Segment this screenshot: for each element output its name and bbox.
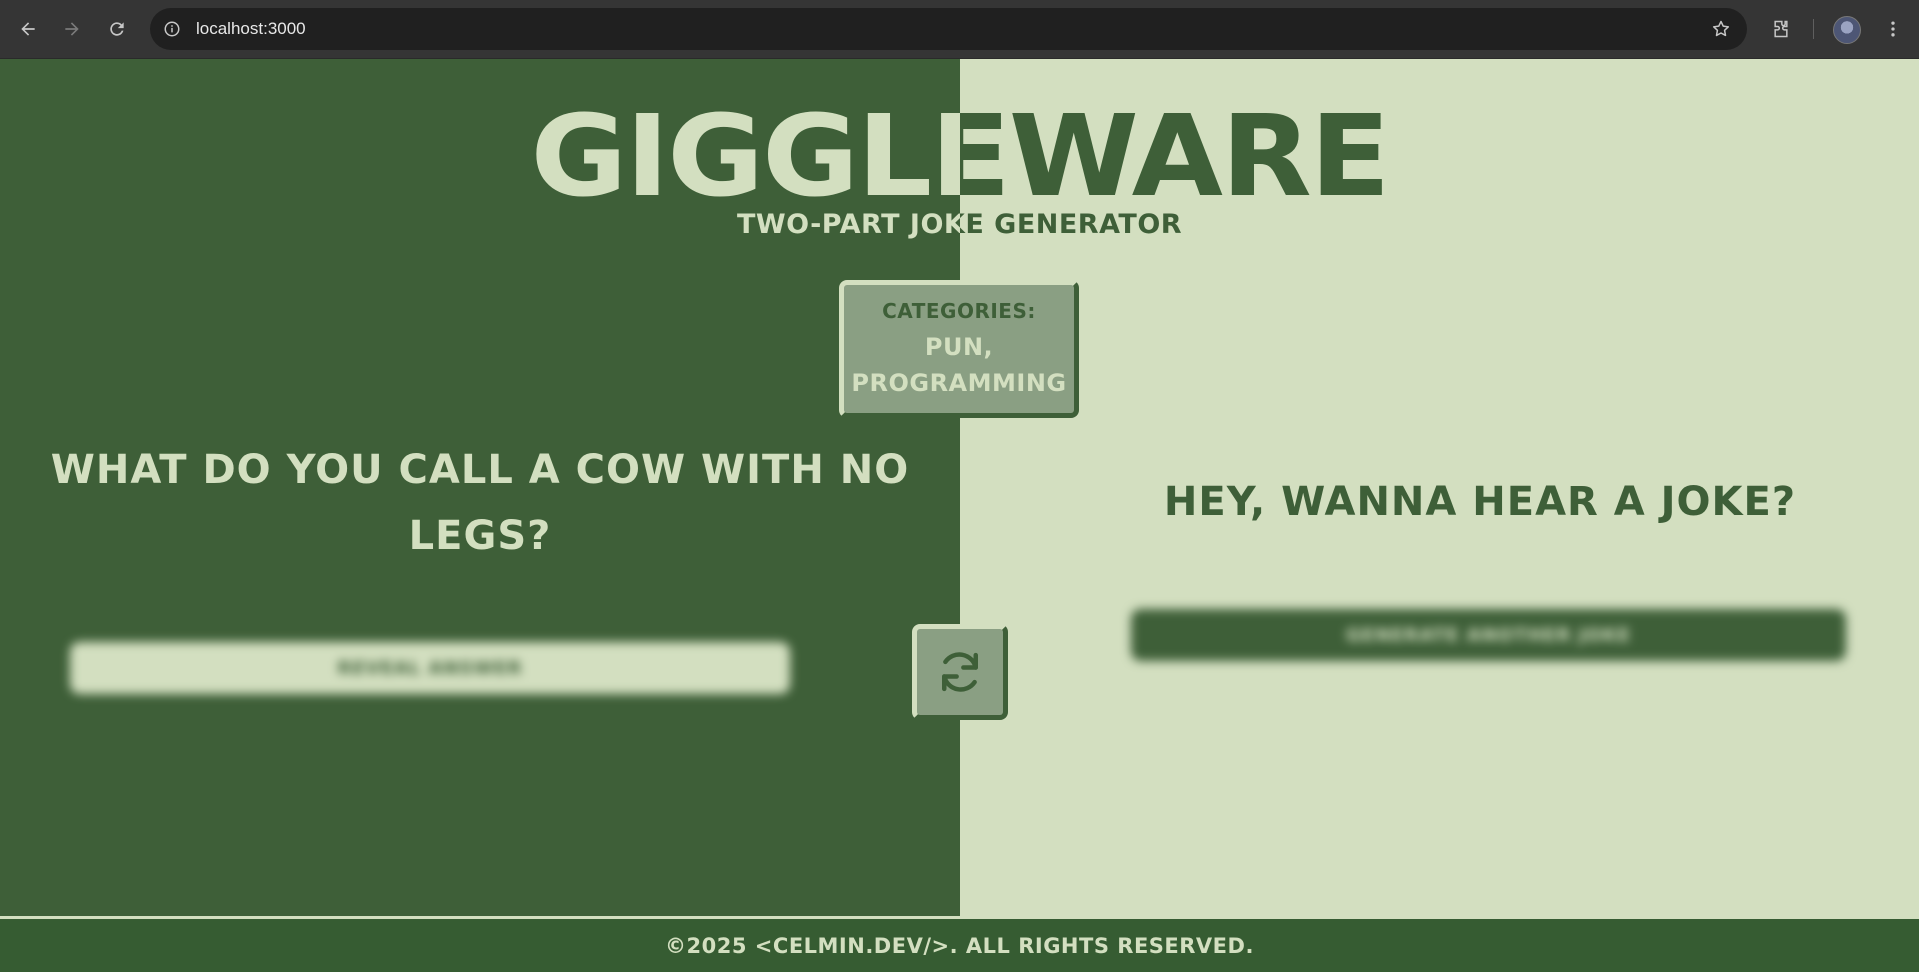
app-subtitle-mirror: TWO-PART JOKE GENERATOR [960,209,1183,240]
reload-button[interactable] [101,13,133,45]
back-button[interactable] [12,13,44,45]
app-subtitle: TWO-PART JOKE GENERATOR [736,209,960,240]
app-logo: GIGGLEWARE [530,90,960,222]
menu-kebab-icon[interactable] [1877,13,1909,45]
toolbar-divider [1813,19,1814,39]
refresh-icon [942,652,978,692]
category-programming: PROGRAMMING [851,369,1067,397]
refresh-joke-button[interactable] [912,624,1008,720]
extensions-icon[interactable] [1765,13,1797,45]
url-text[interactable]: localhost:3000 [196,19,306,39]
site-info-icon[interactable] [160,17,184,41]
categories-values: PUN, PROGRAMMING [844,329,1074,401]
categories-label: CATEGORIES: [882,299,1036,323]
footer: ©2025 <CELMIN.DEV/>. ALL RIGHTS RESERVED… [0,916,1919,972]
joke-question: WHAT DO YOU CALL A COW WITH NO LEGS? [50,447,910,559]
category-pun: PUN, [924,333,994,361]
arrow-left-icon [21,22,35,36]
address-bar[interactable]: localhost:3000 [150,8,1747,50]
footer-copyright: ©2025 <CELMIN.DEV/>. ALL RIGHTS RESERVED… [665,933,1254,958]
header-left-half: GIGGLEWARE TWO-PART JOKE GENERATOR [0,59,960,259]
joke-setup-prompt: HEY, WANNA HEAR A JOKE? [1163,479,1797,525]
arrow-right-icon [65,22,79,36]
forward-button[interactable] [56,13,88,45]
page: GIGGLEWARE TWO-PART JOKE GENERATOR GIGGL… [0,59,1919,972]
browser-toolbar: localhost:3000 [0,0,1919,59]
profile-avatar[interactable] [1833,16,1861,44]
reveal-answer-button[interactable]: REVEAL ANSWER [70,642,790,694]
header-right-half: GIGGLEWARE TWO-PART JOKE GENERATOR [960,59,1919,259]
categories-card: CATEGORIES: PUN, PROGRAMMING [839,280,1079,418]
generate-another-joke-button[interactable]: GENERATE ANOTHER JOKE [1131,609,1846,661]
bookmark-star-icon[interactable] [1709,17,1733,41]
app-logo-mirror: GIGGLEWARE [960,90,1390,222]
reload-icon [110,22,124,36]
